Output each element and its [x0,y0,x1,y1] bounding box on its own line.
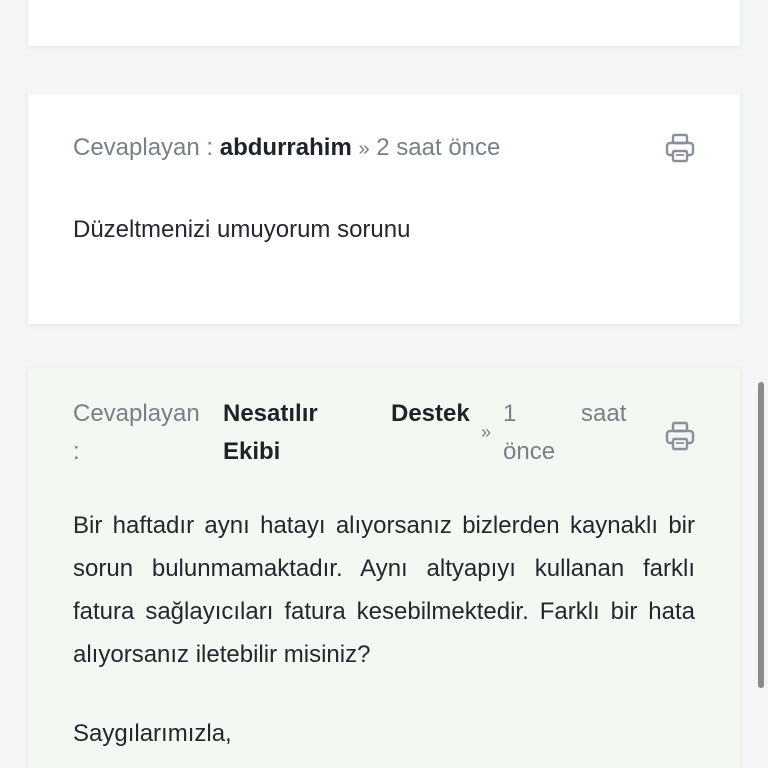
reply-author[interactable]: Nesatılır [223,400,318,428]
reply-prefix: Cevaplayan [73,400,200,427]
reply-time-suffix: önce [503,438,556,465]
reply-separator: » [481,422,492,442]
reply-time: 2 saat önce [376,134,501,161]
scrollbar[interactable] [758,382,764,688]
page: Cevaplayan : abdurrahim » 2 saat önce Dü… [0,0,768,768]
reply-meta: Cevaplayan : abdurrahim » 2 saat önce [73,134,500,162]
reply-closing: Saygılarımızla, [73,720,232,747]
reply-card-support: Cevaplayan : Nesatılır Destek Ekibi » 1 … [28,368,740,768]
printer-icon[interactable] [664,132,696,164]
reply-prefix-colon: : [73,438,80,465]
reply-body: Düzeltmenizi umuyorum sorunu [73,216,411,243]
reply-separator: » [358,138,370,160]
reply-body: Bir haftadır aynı hatayı alıyorsanız biz… [73,512,695,668]
reply-prefix: Cevaplayan : [73,134,214,161]
reply-card: Cevaplayan : abdurrahim » 2 saat önce Dü… [28,94,740,324]
reply-time-number: 1 [503,400,517,427]
reply-author-line2[interactable]: Ekibi [223,438,280,466]
previous-reply-card [28,0,740,46]
reply-time-unit: saat [581,400,627,427]
printer-icon[interactable] [664,420,696,452]
reply-meta: Cevaplayan : Nesatılır Destek Ekibi » 1 … [73,400,633,480]
reply-author[interactable]: abdurrahim [220,134,352,161]
reply-author-part[interactable]: Destek [391,400,470,428]
